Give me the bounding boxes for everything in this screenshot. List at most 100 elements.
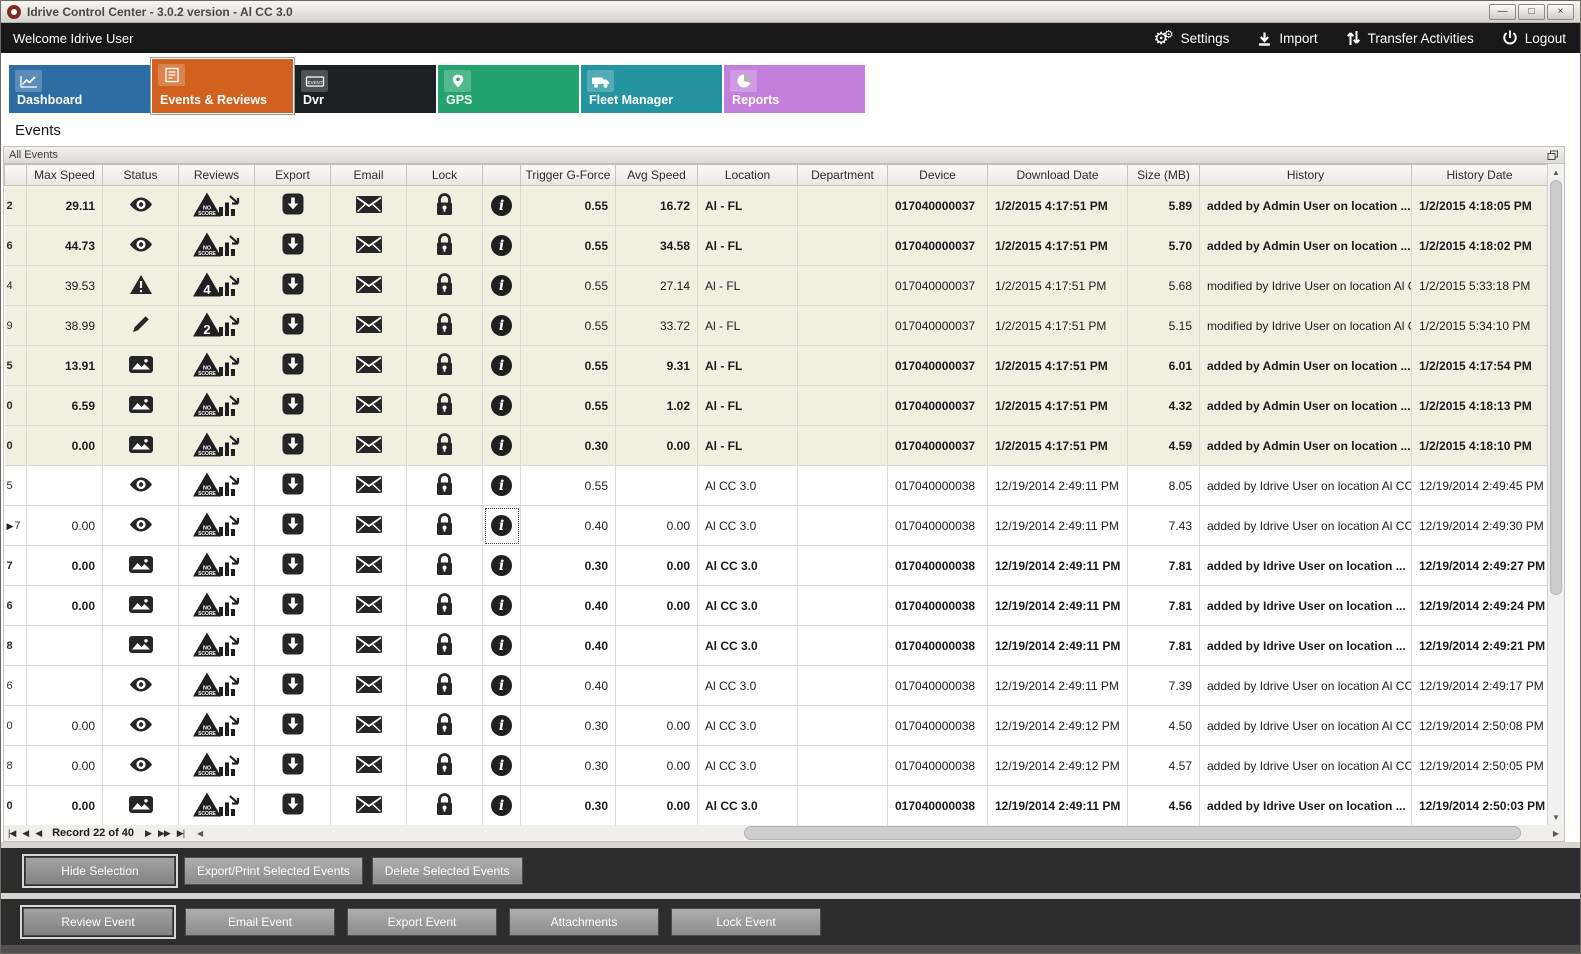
row-indicator[interactable]: 5 xyxy=(5,466,27,506)
cell-trigger-gforce[interactable]: 0.40 xyxy=(521,586,616,626)
row-indicator[interactable]: 6 xyxy=(5,666,27,706)
cell-device[interactable]: 017040000038 xyxy=(888,706,988,746)
cell-history-date[interactable]: 12/19/2014 2:50:05 PM xyxy=(1412,746,1548,786)
cell-location[interactable]: Al CC 3.0 xyxy=(698,466,798,506)
cell-reviews[interactable]: NOSCORE xyxy=(179,346,255,386)
row-indicator[interactable]: 0 xyxy=(5,786,27,826)
cell-max-speed[interactable]: 38.99 xyxy=(27,306,103,346)
cell-trigger-gforce[interactable]: 0.30 xyxy=(521,746,616,786)
info-button[interactable]: i xyxy=(483,386,521,426)
horizontal-scroll-thumb[interactable] xyxy=(744,826,1521,840)
column-header-avg-speed[interactable]: Avg Speed xyxy=(616,165,698,186)
cell-status[interactable] xyxy=(103,626,179,666)
row-indicator[interactable]: 4 xyxy=(5,266,27,306)
lock-button[interactable] xyxy=(407,426,483,466)
cell-download-date[interactable]: 12/19/2014 2:49:11 PM xyxy=(988,626,1128,666)
row-indicator[interactable]: 8 xyxy=(5,746,27,786)
vertical-scrollbar[interactable]: ▲ ▼ xyxy=(1547,164,1564,825)
cell-download-date[interactable]: 12/19/2014 2:49:11 PM xyxy=(988,466,1128,506)
cell-history-date[interactable]: 12/19/2014 2:50:03 PM xyxy=(1412,786,1548,826)
lock-button[interactable] xyxy=(407,746,483,786)
cell-max-speed[interactable]: 13.91 xyxy=(27,346,103,386)
cell-status[interactable] xyxy=(103,426,179,466)
cell-trigger-gforce[interactable]: 0.55 xyxy=(521,226,616,266)
cell-location[interactable]: Al CC 3.0 xyxy=(698,506,798,546)
column-header-history[interactable]: History xyxy=(1200,165,1412,186)
cell-size-mb[interactable]: 4.32 xyxy=(1128,386,1200,426)
cell-reviews[interactable]: NOSCORE xyxy=(179,786,255,826)
cell-history-date[interactable]: 1/2/2015 4:18:13 PM xyxy=(1412,386,1548,426)
cell-history[interactable]: modified by Idrive User on location Al C… xyxy=(1200,266,1412,306)
cell-max-speed[interactable]: 44.73 xyxy=(27,226,103,266)
cell-trigger-gforce[interactable]: 0.30 xyxy=(521,426,616,466)
info-button[interactable]: i xyxy=(483,746,521,786)
email-button[interactable] xyxy=(331,786,407,826)
horizontal-scrollbar[interactable]: ◀ ▶ xyxy=(192,825,1564,841)
cell-size-mb[interactable]: 5.89 xyxy=(1128,186,1200,226)
cell-avg-speed[interactable]: 16.72 xyxy=(616,186,698,226)
cell-reviews[interactable]: NOSCORE xyxy=(179,186,255,226)
cell-device[interactable]: 017040000038 xyxy=(888,586,988,626)
restore-panel-icon[interactable] xyxy=(1547,150,1559,161)
export-button[interactable] xyxy=(255,386,331,426)
cell-size-mb[interactable]: 5.15 xyxy=(1128,306,1200,346)
cell-history[interactable]: added by Idrive User on location Al CC .… xyxy=(1200,466,1412,506)
table-row[interactable]: 00.00NOSCOREi0.300.00Al CC 3.00170400000… xyxy=(5,786,1548,826)
lock-button[interactable] xyxy=(407,346,483,386)
cell-location[interactable]: Al CC 3.0 xyxy=(698,786,798,826)
cell-location[interactable]: Al - FL xyxy=(698,426,798,466)
email-event-button[interactable]: Email Event xyxy=(185,908,335,936)
cell-download-date[interactable]: 1/2/2015 4:17:51 PM xyxy=(988,226,1128,266)
cell-location[interactable]: Al - FL xyxy=(698,226,798,266)
cell-location[interactable]: Al - FL xyxy=(698,306,798,346)
cell-device[interactable]: 017040000038 xyxy=(888,786,988,826)
info-button[interactable]: i xyxy=(483,266,521,306)
export-button[interactable] xyxy=(255,186,331,226)
info-button[interactable]: i xyxy=(483,506,521,546)
email-button[interactable] xyxy=(331,386,407,426)
cell-max-speed[interactable]: 0.00 xyxy=(27,506,103,546)
export-button[interactable] xyxy=(255,546,331,586)
cell-reviews[interactable]: 2 xyxy=(179,306,255,346)
cell-device[interactable]: 017040000037 xyxy=(888,426,988,466)
cell-status[interactable] xyxy=(103,506,179,546)
cell-history[interactable]: added by Admin User on location ... xyxy=(1200,186,1412,226)
lock-button[interactable] xyxy=(407,786,483,826)
cell-status[interactable] xyxy=(103,706,179,746)
row-indicator[interactable]: 6 xyxy=(5,226,27,266)
export-button[interactable] xyxy=(255,506,331,546)
cell-device[interactable]: 017040000038 xyxy=(888,746,988,786)
export-button[interactable] xyxy=(255,706,331,746)
hide-selection-button[interactable]: Hide Selection xyxy=(25,857,175,885)
cell-avg-speed[interactable]: 0.00 xyxy=(616,546,698,586)
column-header-size-mb[interactable]: Size (MB) xyxy=(1128,165,1200,186)
scroll-up-icon[interactable]: ▲ xyxy=(1548,164,1564,180)
cell-history-date[interactable]: 12/19/2014 2:49:21 PM xyxy=(1412,626,1548,666)
cell-history[interactable]: added by Idrive User on location ... xyxy=(1200,586,1412,626)
email-button[interactable] xyxy=(331,266,407,306)
cell-department[interactable] xyxy=(798,586,888,626)
cell-device[interactable]: 017040000038 xyxy=(888,626,988,666)
lock-button[interactable] xyxy=(407,546,483,586)
column-header-download-date[interactable]: Download Date xyxy=(988,165,1128,186)
cell-size-mb[interactable]: 8.05 xyxy=(1128,466,1200,506)
cell-trigger-gforce[interactable]: 0.30 xyxy=(521,786,616,826)
cell-avg-speed[interactable]: 9.31 xyxy=(616,346,698,386)
cell-size-mb[interactable]: 4.50 xyxy=(1128,706,1200,746)
review-event-button[interactable]: Review Event xyxy=(23,908,173,936)
cell-department[interactable] xyxy=(798,706,888,746)
cell-location[interactable]: Al CC 3.0 xyxy=(698,746,798,786)
cell-location[interactable]: Al - FL xyxy=(698,346,798,386)
minimize-button[interactable]: — xyxy=(1489,4,1516,20)
column-header-blank[interactable] xyxy=(5,165,27,186)
cell-max-speed[interactable] xyxy=(27,666,103,706)
table-row[interactable]: 70.00NOSCOREi0.300.00Al CC 3.00170400000… xyxy=(5,546,1548,586)
row-indicator[interactable]: 7 xyxy=(5,546,27,586)
cell-max-speed[interactable]: 0.00 xyxy=(27,746,103,786)
cell-status[interactable] xyxy=(103,546,179,586)
cell-history-date[interactable]: 12/19/2014 2:49:30 PM xyxy=(1412,506,1548,546)
export-button[interactable] xyxy=(255,266,331,306)
tab-fleet-manager[interactable]: Fleet Manager xyxy=(581,65,722,113)
cell-avg-speed[interactable]: 33.72 xyxy=(616,306,698,346)
export-button[interactable] xyxy=(255,426,331,466)
